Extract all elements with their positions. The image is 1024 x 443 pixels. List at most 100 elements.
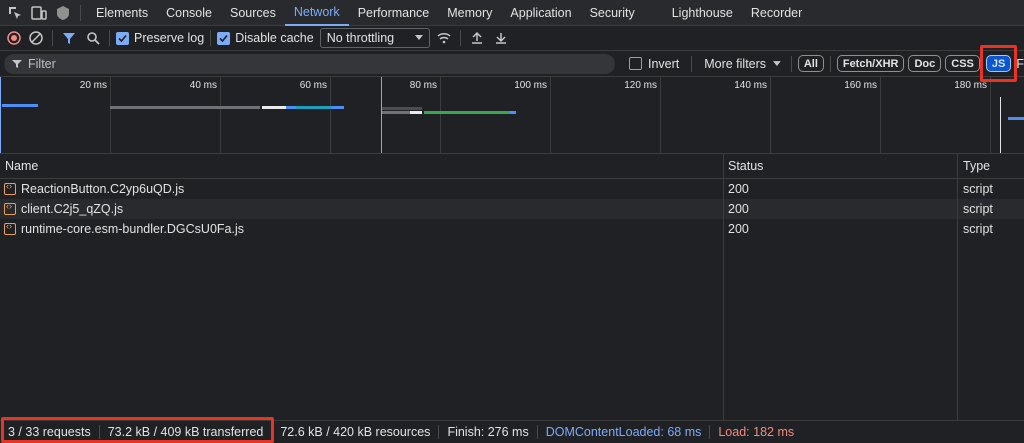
import-har-icon[interactable] xyxy=(467,28,487,48)
invert-checkbox[interactable] xyxy=(629,57,642,70)
tick-label: 40 ms xyxy=(189,80,217,91)
column-header-type[interactable]: Type xyxy=(963,154,990,179)
tab-network[interactable]: Network xyxy=(284,0,349,26)
filter-chip-fetch-xhr[interactable]: Fetch/XHR xyxy=(836,55,905,72)
tab-lighthouse[interactable]: Lighthouse xyxy=(663,0,742,26)
overview-left-edge xyxy=(0,77,1,153)
toolbar-separator xyxy=(210,30,212,46)
filter-row: Filter Invert More filters All Fetch/XHR… xyxy=(0,51,1024,77)
request-status: 200 xyxy=(728,222,749,236)
tick-label: 140 ms xyxy=(734,80,767,91)
tab-sources[interactable]: Sources xyxy=(221,0,285,26)
filter-chip-all[interactable]: All xyxy=(797,55,824,72)
request-name: client.C2j5_qZQ.js xyxy=(21,202,124,216)
preserve-log-label[interactable]: Preserve log xyxy=(134,31,204,45)
disable-cache-label[interactable]: Disable cache xyxy=(235,31,314,45)
toolbar-separator xyxy=(52,30,53,46)
tick-label: 60 ms xyxy=(299,80,327,91)
filter-separator xyxy=(790,55,792,72)
script-file-icon xyxy=(4,221,16,235)
network-overview-timeline[interactable]: 20 ms 40 ms 60 ms 80 ms 100 ms 120 ms 14… xyxy=(0,77,1024,154)
waterfall-bar xyxy=(510,111,516,114)
toolbar-separator xyxy=(109,30,110,46)
request-name: runtime-core.esm-bundler.DGCsU0Fa.js xyxy=(21,222,244,236)
grid-line xyxy=(880,77,881,153)
request-type: script xyxy=(963,222,993,236)
script-file-icon xyxy=(4,201,16,215)
table-row[interactable]: client.C2j5_qZQ.js 200 script xyxy=(0,199,1024,219)
finish-time: Finish: 276 ms xyxy=(447,425,529,439)
tab-separator xyxy=(80,4,81,21)
preserve-log-checkbox[interactable] xyxy=(116,31,129,45)
clear-icon[interactable] xyxy=(26,28,46,48)
dom-content-loaded-time: DOMContentLoaded: 68 ms xyxy=(545,425,702,439)
throttling-select[interactable]: No throttling xyxy=(319,28,430,48)
chevron-down-icon xyxy=(773,60,781,66)
record-stop-icon[interactable] xyxy=(4,28,24,48)
grid-line xyxy=(660,77,661,153)
waterfall-bar xyxy=(110,106,260,109)
grid-line xyxy=(990,77,991,153)
grid-line xyxy=(440,77,441,153)
tab-console[interactable]: Console xyxy=(157,0,221,26)
tab-application[interactable]: Application xyxy=(501,0,580,26)
chevron-down-icon xyxy=(414,35,423,40)
tab-recorder[interactable]: Recorder xyxy=(742,0,811,26)
load-time: Load: 182 ms xyxy=(718,425,795,439)
grid-line xyxy=(770,77,771,153)
network-toolbar: Preserve log Disable cache No throttling xyxy=(0,26,1024,51)
filter-chip-css[interactable]: CSS xyxy=(945,55,980,72)
tab-security[interactable]: Security xyxy=(581,0,663,26)
network-conditions-icon[interactable] xyxy=(434,28,454,48)
grid-line xyxy=(110,77,111,153)
transfer-summary-highlight xyxy=(1,417,274,443)
table-row[interactable]: runtime-core.esm-bundler.DGCsU0Fa.js 200… xyxy=(0,219,1024,239)
filter-chip-doc[interactable]: Doc xyxy=(908,55,942,72)
tick-label: 160 ms xyxy=(844,80,877,91)
search-icon[interactable] xyxy=(83,28,103,48)
tick-label: 80 ms xyxy=(409,80,437,91)
filter-funnel-icon[interactable] xyxy=(59,28,79,48)
column-header-name[interactable]: Name xyxy=(5,154,38,179)
tick-label: 100 ms xyxy=(514,80,547,91)
column-divider[interactable] xyxy=(723,154,724,420)
table-row[interactable]: ReactionButton.C2yp6uQD.js 200 script xyxy=(0,179,1024,199)
tab-memory[interactable]: Memory xyxy=(438,0,501,26)
filter-separator xyxy=(691,55,693,72)
waterfall-bar xyxy=(382,111,410,114)
grid-line xyxy=(220,77,221,153)
extension-shield-icon[interactable] xyxy=(54,4,72,22)
request-type: script xyxy=(963,182,993,196)
dom-content-loaded-marker xyxy=(381,77,382,153)
waterfall-bar xyxy=(410,111,422,114)
waterfall-bar xyxy=(296,106,332,109)
inspect-element-icon[interactable] xyxy=(6,4,24,22)
tick-label: 120 ms xyxy=(624,80,657,91)
tab-performance[interactable]: Performance xyxy=(349,0,439,26)
more-filters-dropdown[interactable]: More filters xyxy=(704,57,766,71)
js-filter-highlight xyxy=(980,45,1017,82)
waterfall-bar xyxy=(2,104,38,107)
requests-table-header: Name Status Type xyxy=(0,154,1024,179)
device-toolbar-icon[interactable] xyxy=(30,4,48,22)
waterfall-bar xyxy=(332,106,344,109)
waterfall-bar xyxy=(1008,117,1024,120)
tab-elements[interactable]: Elements xyxy=(87,0,157,26)
filter-input[interactable]: Filter xyxy=(4,53,616,74)
filter-chip-font-truncated[interactable]: F xyxy=(1016,57,1024,71)
export-har-icon[interactable] xyxy=(491,28,511,48)
devtools-tab-bar: Elements Console Sources Network Perform… xyxy=(0,0,1024,26)
waterfall-bar xyxy=(424,111,510,114)
load-event-marker xyxy=(1000,97,1001,153)
disable-cache-checkbox[interactable] xyxy=(217,31,231,45)
script-file-icon xyxy=(4,181,16,195)
column-header-status[interactable]: Status xyxy=(728,154,763,179)
toolbar-separator xyxy=(459,30,461,46)
column-divider[interactable] xyxy=(957,154,958,420)
filter-placeholder: Filter xyxy=(28,56,56,71)
throttling-value: No throttling xyxy=(326,31,395,45)
filter-separator xyxy=(829,55,831,72)
request-status: 200 xyxy=(728,182,749,196)
request-name: ReactionButton.C2yp6uQD.js xyxy=(21,182,185,196)
invert-label[interactable]: Invert xyxy=(648,57,679,71)
